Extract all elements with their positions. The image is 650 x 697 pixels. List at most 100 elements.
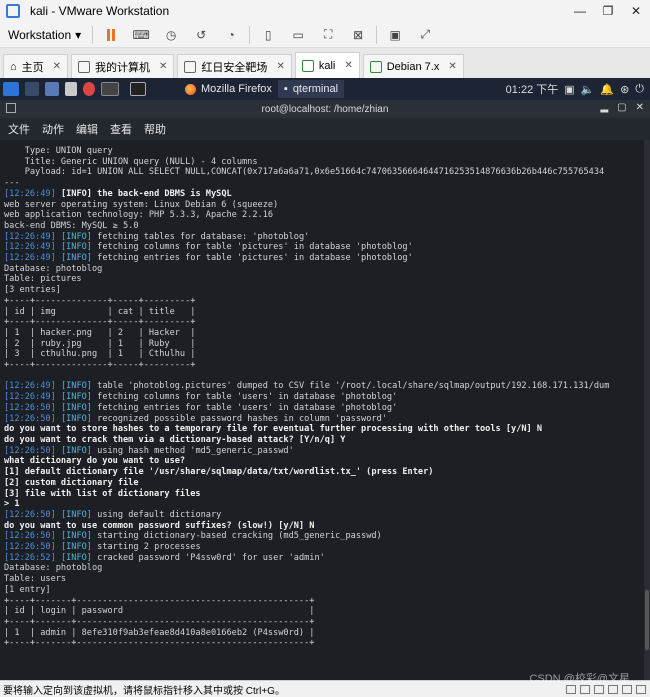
terminal-window-icon [6, 103, 16, 113]
pictures-table-row: | 2 | ruby.jpg | 1 | Ruby | [4, 338, 196, 349]
line-hash-method: using hash method 'md5_generic_passwd' [91, 445, 294, 456]
pause-icon [107, 28, 111, 41]
workstation-menu[interactable]: Workstation ▾ [0, 28, 89, 42]
home-icon: ⌂ [10, 60, 17, 73]
task-firefox[interactable]: Mozilla Firefox [179, 80, 278, 98]
panel-clock[interactable]: 01:22 下午 [506, 81, 559, 97]
tab-my-computer[interactable]: 我的计算机 ✕ [71, 54, 175, 78]
terminal-title: root@localhost: /home/zhian [261, 103, 389, 115]
file-manager-icon[interactable] [45, 82, 59, 96]
tab-label: kali [318, 59, 336, 72]
pictures-table-header: | id | img | cat | title | [4, 306, 196, 317]
info-tag: [INFO] [60, 253, 92, 264]
menu-help[interactable]: 帮助 [144, 121, 166, 137]
terminal-icon: ▪ [283, 83, 288, 95]
toolbar-separator [92, 25, 94, 44]
snapshot-manager-button[interactable]: ◔ [221, 27, 241, 43]
unity-button[interactable]: ⊠ [348, 27, 368, 43]
speaker-icon[interactable]: 🔈 [581, 83, 595, 96]
minimize-button[interactable]: — [566, 4, 594, 18]
info-tag: [INFO] [60, 242, 92, 253]
close-icon[interactable]: ✕ [636, 102, 644, 113]
close-icon[interactable]: ✕ [53, 61, 61, 72]
terminal-output[interactable]: Type: UNION query Title: Generic UNION q… [0, 140, 650, 680]
menu-action[interactable]: 动作 [42, 121, 64, 137]
users-table-border: +----+-------+--------------------------… [4, 616, 315, 627]
watermark: CSDN @校彩@文星 [529, 673, 630, 685]
vmware-toolbar: Workstation ▾ ⌨ ◷ ↺ ◔ ▯ ▭ ⛶ ⊠ ▣ ⤢ [0, 22, 650, 48]
console-view-button[interactable]: ▣ [385, 27, 405, 43]
timestamp: [12:26:49] [4, 392, 56, 403]
bell-icon[interactable]: 🔔 [600, 83, 614, 96]
revert-snapshot-button[interactable]: ↺ [191, 27, 211, 43]
network-icon[interactable]: ⊛ [620, 83, 629, 96]
power-icon[interactable]: ⏻ [635, 83, 644, 96]
line-web-os: web server operating system: Linux Debia… [4, 199, 279, 210]
task-qterminal[interactable]: ▪ qterminal [277, 80, 345, 98]
scrollbar-thumb[interactable] [645, 590, 649, 650]
maximize-button[interactable]: ❐ [594, 4, 622, 18]
send-ctrl-alt-del-button[interactable]: ⌨ [131, 27, 151, 43]
vm-running-icon [301, 59, 314, 72]
line-question-dict: what dictionary do you want to use? [4, 456, 186, 467]
kali-menu-icon[interactable] [3, 82, 19, 96]
line-starting-crack: starting dictionary-based cracking (md5_… [91, 531, 382, 542]
menu-edit[interactable]: 编辑 [76, 121, 98, 137]
timestamp: [12:26:49] [4, 381, 56, 392]
line-table-users: Table: users [4, 574, 67, 585]
terminal-icon: ▣ [389, 27, 401, 42]
timestamp: [12:26:49] [4, 231, 56, 242]
info-tag: [INFO] [60, 413, 92, 424]
users-table-header: | id | login | password | [4, 606, 315, 617]
firefox-icon [185, 83, 196, 95]
timestamp: [12:26:50] [4, 413, 56, 424]
terminal-launcher-icon[interactable] [101, 82, 119, 96]
workstation-menu-label: Workstation [8, 27, 72, 42]
line-db-photoblog: Database: photoblog [4, 263, 103, 274]
thumbnail-icon: ▭ [292, 27, 304, 42]
vm-running-icon [369, 60, 382, 73]
line-option-3: [3] file with list of dictionary files [4, 488, 201, 499]
minimize-icon[interactable]: ▂ [600, 102, 608, 113]
firefox-launcher-icon[interactable] [83, 82, 95, 96]
close-icon[interactable]: ✕ [344, 60, 352, 71]
terminal-text: Type: UNION query Title: Generic UNION q… [4, 146, 610, 649]
vm-tab-strip: ⌂ 主页 ✕ 我的计算机 ✕ 红日安全靶场 ✕ kali ✕ Debian 7.… [0, 48, 650, 78]
stretch-button[interactable]: ⤢ [415, 27, 435, 43]
lock-icon[interactable]: ▣ [564, 83, 574, 96]
display-icon[interactable] [636, 684, 646, 694]
status-text: 要将输入定向到该虚拟机，请将鼠标指针移入其中或按 Ctrl+G。 [3, 685, 285, 697]
line-entries-1: [1 entry] [4, 584, 51, 595]
timestamp: [12:26:50] [4, 445, 56, 456]
thumbnail-button[interactable]: ▭ [288, 27, 308, 43]
close-icon[interactable]: ✕ [159, 61, 167, 72]
tab-kali[interactable]: kali ✕ [294, 52, 360, 78]
info-tag: [INFO] [60, 531, 92, 542]
snapshot-button[interactable]: ◷ [161, 27, 181, 43]
pause-button[interactable] [101, 27, 121, 43]
close-button[interactable]: ✕ [622, 4, 650, 18]
menu-file[interactable]: 文件 [8, 121, 30, 137]
info-tag: [INFO] [60, 381, 92, 392]
text-editor-icon[interactable] [65, 82, 77, 96]
info-tag: [INFO] [60, 552, 92, 563]
info-tag: [INFO] [60, 188, 92, 199]
show-desktop-icon[interactable] [25, 82, 39, 96]
maximize-icon[interactable]: ▢ [617, 102, 626, 113]
timestamp: [12:26:50] [4, 509, 56, 520]
menu-view[interactable]: 查看 [110, 121, 132, 137]
payload-title: Title: Generic UNION query (NULL) - 4 co… [4, 156, 258, 167]
fullscreen-icon: ⛶ [323, 27, 333, 41]
close-icon[interactable]: ✕ [448, 61, 456, 72]
tab-debian[interactable]: Debian 7.x ✕ [362, 54, 464, 78]
terminal-scrollbar[interactable] [644, 140, 650, 680]
line-question-crack: do you want to crack them via a dictiona… [4, 434, 346, 445]
line-fetch-entries-pictures: fetching entries for table 'pictures' in… [91, 253, 413, 264]
show-library-button[interactable]: ▯ [258, 27, 278, 43]
tab-hongri-range[interactable]: 红日安全靶场 ✕ [177, 54, 292, 78]
tab-home[interactable]: ⌂ 主页 ✕ [3, 54, 69, 78]
pictures-table-row: | 3 | cthulhu.png | 1 | Cthulhu | [4, 349, 196, 360]
fullscreen-button[interactable]: ⛶ [318, 27, 338, 43]
close-icon[interactable]: ✕ [276, 61, 284, 72]
terminal-workspace-icon[interactable] [130, 82, 146, 96]
